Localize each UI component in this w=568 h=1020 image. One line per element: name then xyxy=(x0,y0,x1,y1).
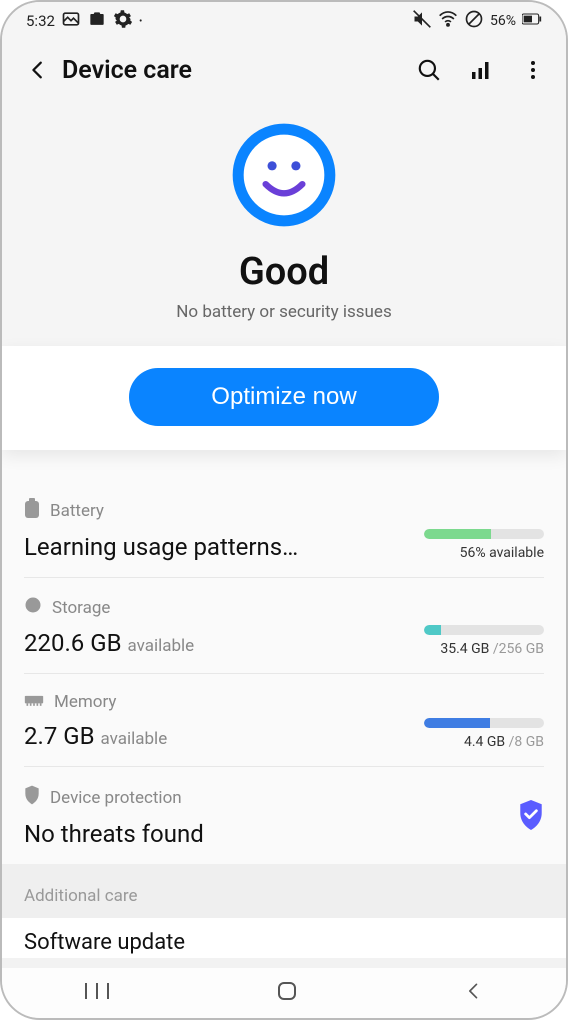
bars-button[interactable] xyxy=(468,57,494,83)
gear-icon xyxy=(113,9,133,33)
memory-main: 2.7 GB available xyxy=(24,722,394,750)
more-button[interactable] xyxy=(520,57,546,83)
battery-card[interactable]: Battery Learning usage patterns… 56% ava… xyxy=(24,480,544,578)
shield-icon xyxy=(24,785,40,810)
overview-status: Good xyxy=(2,250,566,294)
back-button[interactable] xyxy=(22,54,54,86)
page-title: Device care xyxy=(62,56,416,85)
image-icon xyxy=(61,9,81,33)
battery-icon xyxy=(522,12,542,30)
storage-bar xyxy=(424,625,544,635)
storage-icon xyxy=(24,596,42,619)
storage-bar-fill xyxy=(424,625,441,635)
memory-bar-fill xyxy=(424,718,490,728)
memory-label: Memory xyxy=(54,692,116,712)
optimize-button[interactable]: Optimize now xyxy=(129,368,439,426)
mute-icon xyxy=(412,9,432,33)
nav-bar xyxy=(2,968,566,1018)
storage-card[interactable]: Storage 220.6 GB available 35.4 GB /256 … xyxy=(24,578,544,674)
shield-check-icon xyxy=(518,800,544,834)
memory-card[interactable]: Memory 2.7 GB available 4.4 GB /8 GB xyxy=(24,674,544,767)
status-bar: 5:32 • 56% xyxy=(2,2,566,40)
do-not-disturb-icon xyxy=(464,9,484,33)
storage-sub: 35.4 GB /256 GB xyxy=(394,641,544,657)
battery-main-text: Learning usage patterns… xyxy=(24,533,394,561)
search-button[interactable] xyxy=(416,57,442,83)
battery-bar xyxy=(424,529,544,539)
memory-icon xyxy=(24,692,44,712)
battery-percent-text: 56% xyxy=(490,13,516,29)
protection-card[interactable]: Device protection No threats found xyxy=(24,767,544,864)
battery-bar-fill xyxy=(424,529,491,539)
battery-icon xyxy=(24,498,40,523)
overview-subtitle: No battery or security issues xyxy=(2,302,566,322)
battery-sub: 56% available xyxy=(394,545,544,561)
protection-label: Device protection xyxy=(50,788,182,808)
wifi-icon xyxy=(438,9,458,33)
memory-bar xyxy=(424,718,544,728)
memory-sub: 4.4 GB /8 GB xyxy=(394,734,544,750)
status-time: 5:32 xyxy=(26,12,55,30)
overview-section: Good No battery or security issues xyxy=(2,96,566,346)
software-update-row[interactable]: Software update xyxy=(2,918,566,958)
protection-main: No threats found xyxy=(24,820,518,848)
back-nav-button[interactable] xyxy=(464,981,484,1005)
optimize-row: Optimize now xyxy=(2,346,566,450)
storage-label: Storage xyxy=(52,598,110,618)
dot-icon: • xyxy=(139,16,142,27)
app-header: Device care xyxy=(2,40,566,96)
battery-label: Battery xyxy=(50,501,104,521)
additional-care-header: Additional care xyxy=(2,864,566,918)
storage-main: 220.6 GB available xyxy=(24,629,394,657)
recents-button[interactable] xyxy=(84,981,110,1005)
status-face-icon xyxy=(229,120,339,230)
briefcase-icon xyxy=(87,9,107,33)
home-button[interactable] xyxy=(275,979,299,1007)
